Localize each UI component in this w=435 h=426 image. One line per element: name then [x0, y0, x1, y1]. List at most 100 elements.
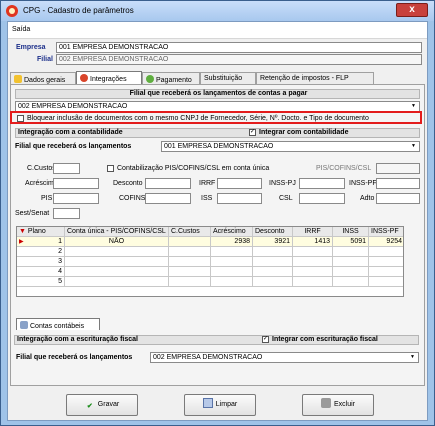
table-cell[interactable]: [369, 267, 403, 277]
table-cell[interactable]: [169, 257, 211, 267]
adto-label: Adto: [360, 195, 375, 202]
accounts-grid[interactable]: ▼ Plano Conta única - PIS/COFINS/CSL C.C…: [16, 226, 404, 297]
table-row[interactable]: 4: [17, 267, 403, 277]
table-cell[interactable]: [253, 257, 293, 267]
table-cell[interactable]: [293, 277, 333, 287]
empresa-field[interactable]: 001 EMPRESA DEMONSTRACAO: [56, 42, 422, 53]
table-cell[interactable]: 3921: [253, 237, 293, 247]
contabilizacao-checkbox[interactable]: [107, 165, 114, 172]
table-cell[interactable]: [333, 277, 369, 287]
table-cell[interactable]: [253, 277, 293, 287]
col-inss: INSS: [333, 227, 369, 237]
csl-input[interactable]: [299, 193, 345, 204]
col-desconto: Desconto: [253, 227, 293, 237]
menu-exit[interactable]: Saída: [12, 26, 30, 33]
table-cell[interactable]: [65, 257, 169, 267]
desconto-label: Desconto: [113, 180, 143, 187]
table-cell[interactable]: [169, 277, 211, 287]
col-plano: ▼ Plano: [17, 227, 65, 237]
table-row[interactable]: 3: [17, 257, 403, 267]
table-cell[interactable]: [369, 257, 403, 267]
tab-contas-contabeis[interactable]: Contas contábeis: [16, 318, 100, 330]
table-cell[interactable]: 4: [17, 267, 65, 277]
close-button[interactable]: x: [396, 3, 428, 17]
table-cell[interactable]: [211, 277, 253, 287]
col-c-custos: C.Custos: [169, 227, 211, 237]
sest-senat-input[interactable]: [53, 208, 80, 219]
table-cell[interactable]: [333, 257, 369, 267]
table-cell[interactable]: [211, 257, 253, 267]
client-area: Saída Empresa 001 EMPRESA DEMONSTRACAO F…: [7, 21, 428, 421]
table-cell[interactable]: [253, 267, 293, 277]
grid-header: ▼ Plano Conta única - PIS/COFINS/CSL C.C…: [17, 227, 403, 237]
table-row[interactable]: 1 NÃO 2938 3921 1413 5091 9254 ▶: [17, 237, 403, 247]
table-cell[interactable]: 3: [17, 257, 65, 267]
table-cell[interactable]: 1413: [293, 237, 333, 247]
table-cell[interactable]: [293, 267, 333, 277]
table-cell[interactable]: [293, 247, 333, 257]
save-button[interactable]: ✔ Gravar: [66, 394, 138, 416]
table-cell[interactable]: [65, 247, 169, 257]
table-cell[interactable]: 1: [17, 237, 65, 247]
tab-substituicao[interactable]: Substituição: [200, 72, 256, 84]
empresa-label: Empresa: [16, 44, 46, 51]
document-icon: [20, 321, 28, 329]
integrar-fiscal-checkbox[interactable]: ✓: [262, 336, 269, 343]
acrescimo-input[interactable]: [53, 178, 99, 189]
cofins-input[interactable]: [145, 193, 191, 204]
pis-cofins-csl-label: PIS/COFINS/CSL: [316, 165, 372, 172]
iss-input[interactable]: [217, 193, 262, 204]
delete-button[interactable]: Excluir: [302, 394, 374, 416]
tab-retencao-impostos[interactable]: Retenção de impostos - FLP: [256, 72, 374, 84]
col-conta-unica: Conta única - PIS/COFINS/CSL: [65, 227, 169, 237]
table-cell[interactable]: [169, 267, 211, 277]
integrar-contabilidade-checkbox[interactable]: ✓: [249, 129, 256, 136]
table-cell[interactable]: [369, 247, 403, 257]
table-cell[interactable]: [65, 277, 169, 287]
table-cell[interactable]: [169, 247, 211, 257]
table-row[interactable]: 2: [17, 247, 403, 257]
table-cell[interactable]: 5091: [333, 237, 369, 247]
table-cell[interactable]: [65, 267, 169, 277]
cofins-label: COFINS: [119, 195, 146, 202]
chevron-down-icon: ▼: [411, 143, 416, 149]
table-cell[interactable]: [333, 247, 369, 257]
table-cell[interactable]: [211, 267, 253, 277]
tab-dados-gerais[interactable]: Dados gerais: [10, 72, 76, 84]
sest-senat-label: Sest/Senat: [15, 210, 50, 217]
filial-field[interactable]: 002 EMPRESA DEMONSTRACAO: [56, 54, 422, 65]
leaf-icon: [146, 75, 154, 83]
desconto-input[interactable]: [145, 178, 191, 189]
c-custos-input[interactable]: [53, 163, 80, 174]
chevron-down-icon: ▼: [410, 354, 415, 360]
table-cell[interactable]: [293, 257, 333, 267]
adto-input[interactable]: [376, 193, 420, 204]
title-bar: CPG - Cadastro de parâmetros x: [1, 1, 434, 21]
fiscal-filial-select[interactable]: 002 EMPRESA DEMONSTRACAO ▼: [150, 352, 419, 363]
table-cell[interactable]: 2: [17, 247, 65, 257]
table-cell[interactable]: 9254: [369, 237, 403, 247]
table-row[interactable]: 5: [17, 277, 403, 287]
pis-label: PIS: [41, 195, 53, 202]
table-cell[interactable]: 2938: [211, 237, 253, 247]
table-cell[interactable]: [333, 267, 369, 277]
inss-pj-input[interactable]: [299, 178, 345, 189]
table-cell[interactable]: [211, 247, 253, 257]
clear-button[interactable]: Limpar: [184, 394, 256, 416]
table-cell[interactable]: [369, 277, 403, 287]
table-cell[interactable]: [169, 237, 211, 247]
tab-bar: Dados gerais Integrações Pagamento Subst…: [10, 71, 425, 85]
contab-filial-select[interactable]: 001 EMPRESA DEMONSTRACAO ▼: [161, 141, 420, 152]
inss-pf-input[interactable]: [376, 178, 420, 189]
table-cell[interactable]: 5: [17, 277, 65, 287]
pis-cofins-csl-input[interactable]: [376, 163, 420, 174]
col-irrf: IRRF: [293, 227, 333, 237]
irrf-input[interactable]: [217, 178, 262, 189]
table-cell[interactable]: [253, 247, 293, 257]
pis-input[interactable]: [53, 193, 99, 204]
tab-pagamento[interactable]: Pagamento: [142, 72, 200, 84]
tab-integracoes[interactable]: Integrações: [76, 71, 142, 85]
col-inss-pf: INSS-PF: [369, 227, 403, 237]
table-cell[interactable]: NÃO: [65, 237, 169, 247]
trash-icon: [320, 398, 331, 408]
